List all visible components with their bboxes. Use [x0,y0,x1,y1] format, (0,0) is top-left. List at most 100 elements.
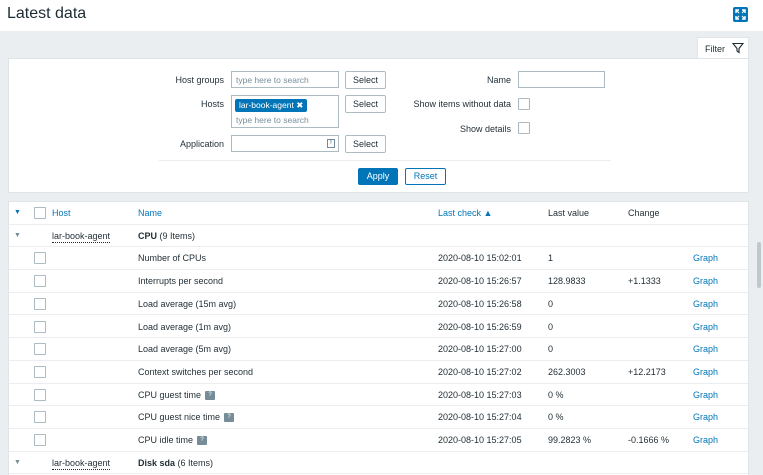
row-checkbox[interactable] [34,434,46,446]
show-items-without-data-checkbox[interactable] [518,98,530,110]
host-groups-label: Host groups [175,75,224,85]
row-checkbox[interactable] [34,320,46,333]
help-icon[interactable]: ? [205,390,216,400]
latest-data-table: ▼ Host Name Last check ▲ Last value Chan… [8,201,749,475]
graph-link[interactable]: Graph [693,270,718,292]
suggest-icon[interactable]: ! [327,139,335,148]
item-name-text: Interrupts per second [138,276,224,287]
fullscreen-icon [735,9,746,20]
last-value: 0 [548,321,554,332]
help-icon[interactable]: ? [197,436,208,446]
last-check: 2020-08-10 15:26:59 [438,321,522,332]
graph-link[interactable]: Graph [693,247,718,269]
graph-link[interactable]: Graph [693,316,718,338]
row-checkbox[interactable] [34,388,46,401]
application-select-button[interactable]: Select [345,135,386,153]
item-name: Load average (1m avg) [138,316,231,338]
scrollbar[interactable] [757,242,761,288]
column-host[interactable]: Host [52,202,71,224]
last-value: 0 [548,298,554,309]
show-details-label: Show details [459,124,511,134]
column-name[interactable]: Name [138,202,162,224]
host-link[interactable]: lar-book-agent [52,230,111,243]
host-tag-label: lar-book-agent [239,100,294,110]
item-name-text: Load average (1m avg) [138,321,232,332]
group-app: Disk sda [138,457,176,468]
last-value: 0 % [548,412,564,423]
item-name: CPU idle time? [138,429,208,451]
show-details-checkbox[interactable] [518,122,530,134]
application-input[interactable]: ! [231,135,339,152]
item-name: Context switches per second [138,361,253,383]
last-value: 99.2823 % [548,435,592,445]
last-check: 2020-08-10 15:27:00 [438,344,522,355]
graph-link[interactable]: Graph [693,429,718,451]
column-last-value: Last value [548,208,590,218]
hosts-input[interactable]: lar-book-agent ✖ type here to search [231,95,339,128]
select-all-checkbox[interactable] [34,207,46,219]
change: +1.1333 [628,276,661,287]
column-change: Change [628,208,660,218]
name-input[interactable] [518,71,605,88]
table-row[interactable]: Number of CPUs 2020-08-10 15:02:01 1 Graph [9,247,748,271]
last-value: 1 [548,253,554,264]
table-row[interactable]: Load average (5m avg) 2020-08-10 15:27:00… [9,338,748,361]
item-name-text: CPU guest time [138,389,202,400]
column-last-check[interactable]: Last check ▲ [438,202,492,224]
row-checkbox[interactable] [34,275,46,288]
host-groups-input[interactable]: type here to search [231,71,339,88]
row-checkbox[interactable] [34,343,46,356]
item-name: CPU guest nice time? [138,406,235,428]
row-checkbox[interactable] [34,365,46,378]
last-value: 0 % [548,389,564,400]
last-check: 2020-08-10 15:27:04 [438,412,522,423]
hosts-label: Hosts [200,99,224,109]
last-check: 2020-08-10 15:27:05 [438,435,522,445]
item-name-text: CPU guest nice time [138,412,221,423]
table-row[interactable]: CPU guest nice time? 2020-08-10 15:27:04 0… [9,406,748,429]
item-name-text: Number of CPUs [138,253,207,264]
apply-button[interactable]: Apply [358,168,398,185]
table-row[interactable]: Load average (15m avg) 2020-08-10 15:26:5… [9,293,748,316]
table-row[interactable]: Context switches per second 2020-08-10 15… [9,361,748,384]
last-check: 2020-08-10 15:26:58 [438,298,522,309]
page-title: Latest data [7,5,87,22]
help-icon[interactable]: ? [224,413,235,423]
table-header: ▼ Host Name Last check ▲ Last value Chan… [9,202,748,225]
graph-link[interactable]: Graph [693,384,718,406]
tab-filter[interactable]: Filter [697,37,749,59]
row-checkbox[interactable] [34,297,46,310]
last-value: 128.9833 [548,276,586,287]
page-header: Latest data [0,0,763,31]
graph-link[interactable]: Graph [693,293,718,315]
item-name: Interrupts per second [138,270,223,292]
remove-tag-icon[interactable]: ✖ [296,100,303,110]
row-checkbox[interactable] [34,252,46,265]
collapse-group-icon[interactable]: ▼ [14,452,21,474]
graph-link[interactable]: Graph [693,361,718,383]
host-groups-select-button[interactable]: Select [345,71,386,89]
host-link[interactable]: lar-book-agent [52,457,111,470]
hosts-select-button[interactable]: Select [345,95,386,113]
application-label: Application [179,139,224,149]
collapse-group-icon[interactable]: ▼ [14,225,21,247]
group-count: (9 Items) [159,230,196,241]
table-row[interactable]: CPU idle time? 2020-08-10 15:27:05 99.2823… [9,429,748,452]
group-row-cpu[interactable]: ▼ lar-book-agent CPU (9 Items) [9,225,748,248]
last-check: 2020-08-10 15:27:02 [438,366,522,377]
fullscreen-button[interactable] [733,7,748,22]
item-name: CPU guest time? [138,384,216,406]
table-row[interactable]: Interrupts per second 2020-08-10 15:26:57… [9,270,748,293]
last-value: 262.3003 [548,366,586,377]
graph-link[interactable]: Graph [693,338,718,360]
graph-link[interactable]: Graph [693,406,718,428]
item-name: Load average (5m avg) [138,338,231,360]
group-title: Disk sda (6 Items) [138,452,213,474]
group-row-disk-sda[interactable]: ▼ lar-book-agent Disk sda (6 Items) [9,452,748,475]
hosts-placeholder: type here to search [236,115,309,125]
table-row[interactable]: CPU guest time? 2020-08-10 15:27:03 0 % Gra… [9,384,748,407]
row-checkbox[interactable] [34,411,46,424]
collapse-all-icon[interactable]: ▼ [14,202,21,224]
reset-button[interactable]: Reset [405,168,446,185]
table-row[interactable]: Load average (1m avg) 2020-08-10 15:26:59… [9,316,748,339]
